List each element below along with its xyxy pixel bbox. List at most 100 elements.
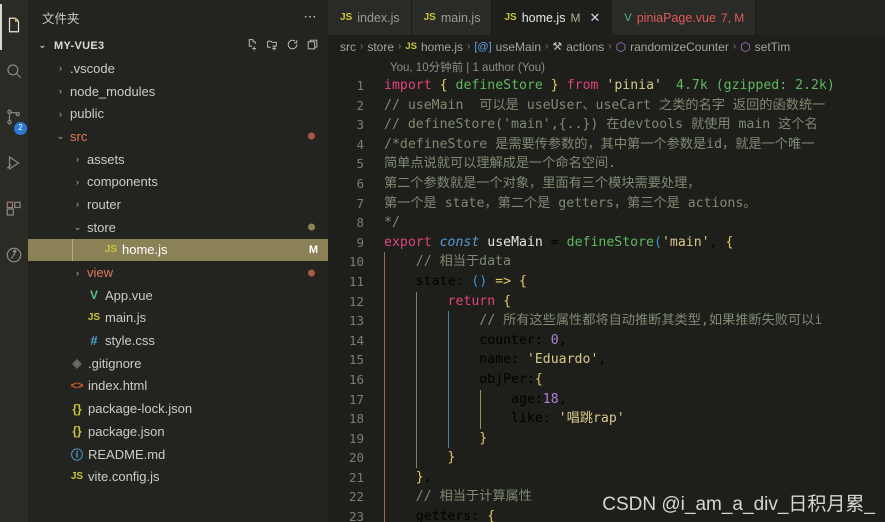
activity-bar: 2 [0, 0, 28, 522]
indent-guide [384, 271, 385, 292]
breadcrumb-item[interactable]: randomizeCounter [630, 40, 729, 54]
code-line[interactable]: 23 getters: { [328, 507, 885, 522]
code-line[interactable]: 6 第二个参数就是一个对象，里面有三个模块需要处理， [328, 174, 885, 194]
chevron-down-icon: ⌄ [73, 221, 82, 232]
code-line-text: // defineStore('main',{..}) 在devtools 就使… [384, 117, 818, 133]
indent-guide [384, 252, 385, 272]
activity-item-testing[interactable] [0, 234, 28, 280]
close-icon[interactable]: ✕ [589, 10, 600, 26]
tree-item-index-html[interactable]: <> index.html [28, 375, 328, 398]
breadcrumb-item[interactable]: setTim [755, 40, 791, 54]
tree-item-package-lock-json[interactable]: {} package-lock.json [28, 397, 328, 420]
tree-item-main-js[interactable]: JS main.js [28, 307, 328, 330]
code-line[interactable]: 22 // 相当于计算属性 [328, 487, 885, 508]
tree-item-label: public [70, 106, 104, 122]
tree-item-package-json[interactable]: {} package.json [28, 420, 328, 443]
editor-tab-bar[interactable]: JS index.js JS main.js JS home.js M ✕ VpiniaPage… [328, 0, 885, 35]
chevron-down-icon: ⌄ [38, 40, 47, 50]
breadcrumb-item[interactable]: useMain [496, 40, 541, 54]
code-line[interactable]: 11 state: () => { [328, 271, 885, 292]
breadcrumb[interactable]: src › store › JS home.js › [@] useMain › ⚒ actions ›… [328, 35, 885, 58]
code-line[interactable]: 14 counter: 0, [328, 330, 885, 351]
file-tree[interactable]: › .vscode › node_modules › public ⌄ src › assets ›… [28, 57, 328, 522]
tree-item-node-modules[interactable]: › node_modules [28, 80, 328, 103]
code-line[interactable]: 19 } [328, 428, 885, 449]
indent-guide [448, 350, 449, 370]
code-line[interactable]: 5 简单点说就可以理解成是一个命名空间. [328, 154, 885, 174]
tree-item-view[interactable]: › view [28, 261, 328, 284]
sidebar-explorer: 文件夹 ⋯ ⌄ MY-VUE3 › .vscode › node_modules… [28, 0, 328, 522]
code-line-text: objPer:{ [378, 369, 885, 390]
run-debug-icon [5, 154, 23, 177]
code-line[interactable]: 20 } [328, 448, 885, 468]
code-editor[interactable]: You, 10分钟前 | 1 author (You) 1 import { de… [328, 58, 885, 522]
code-line[interactable]: 15 name: 'Eduardo', [328, 350, 885, 370]
code-line[interactable]: 3 // defineStore('main',{..}) 在devtools 就… [328, 115, 885, 135]
indent-guide [384, 350, 385, 370]
new-file-icon[interactable] [246, 38, 259, 54]
code-line[interactable]: 9 export const useMain = defineStore('mai… [328, 233, 885, 253]
code-line[interactable]: 13 // 所有这些属性都将自动推断其类型,如果推断失败可以i [328, 311, 885, 331]
indent-guide [384, 507, 385, 522]
breadcrumb-item[interactable]: src [340, 40, 356, 54]
code-lines[interactable]: 1 import { defineStore } from 'pinia' 4.7k… [328, 76, 885, 522]
new-folder-icon[interactable] [266, 38, 279, 54]
activity-item-run-debug[interactable] [0, 142, 28, 188]
tree-item--gitignore[interactable]: ◈ .gitignore [28, 352, 328, 375]
tree-item-store[interactable]: ⌄ store [28, 216, 328, 239]
testing-beaker-icon [5, 246, 23, 269]
tree-item-src[interactable]: ⌄ src [28, 125, 328, 148]
editor-area: JS index.js JS main.js JS home.js M ✕ VpiniaPage… [328, 0, 885, 522]
code-line-text: state: () => { [378, 271, 885, 292]
code-line[interactable]: 10 // 相当于data [328, 252, 885, 272]
activity-item-extensions[interactable] [0, 188, 28, 234]
code-line[interactable]: 21 }, [328, 467, 885, 488]
code-line[interactable]: 8 */ [328, 213, 885, 233]
tree-item-style-css[interactable]: # style.css [28, 329, 328, 352]
tree-item-router[interactable]: › router [28, 193, 328, 216]
collapse-all-icon[interactable] [306, 38, 319, 54]
code-line[interactable]: 7 第一个是 state，第二个是 getters，第三个是 actions。 [328, 194, 885, 214]
sidebar-more-actions-icon[interactable]: ⋯ [304, 9, 319, 25]
refresh-icon[interactable] [286, 38, 299, 54]
editor-tab-main-js[interactable]: JS main.js [411, 0, 493, 35]
editor-tab-home-js[interactable]: JS home.js M ✕ [492, 0, 613, 35]
tree-item-readme-md[interactable]: ⓘ README.md [28, 443, 328, 466]
tree-item-public[interactable]: › public [28, 102, 328, 125]
workspace-section-header[interactable]: ⌄ MY-VUE3 [28, 34, 328, 57]
editor-tab-piniapage-vue[interactable]: VpiniaPage.vue 7, M [612, 0, 757, 35]
code-line[interactable]: 12 return { [328, 291, 885, 312]
code-line[interactable]: 18 like: '唱跳rap' [328, 409, 885, 429]
chevron-right-icon: › [545, 41, 549, 52]
line-number: 15 [348, 352, 364, 368]
activity-item-explorer[interactable] [0, 4, 28, 50]
code-line-text: /*defineStore 是需要传参数的，其中第一个参数是id，就是一个唯一 [384, 136, 815, 152]
tree-item--vscode[interactable]: › .vscode [28, 57, 328, 80]
tree-item-components[interactable]: › components [28, 170, 328, 193]
tree-item-home-js[interactable]: JS home.js M [28, 238, 328, 262]
tree-item-app-vue[interactable]: V App.vue [28, 284, 328, 307]
chevron-right-icon: › [360, 41, 364, 52]
code-line[interactable]: 17 age:18, [328, 389, 885, 410]
activity-item-source-control[interactable]: 2 [0, 96, 28, 142]
activity-item-search[interactable] [0, 50, 28, 96]
code-line-text: return { [378, 291, 885, 312]
code-line[interactable]: 1 import { defineStore } from 'pinia' 4.7k… [328, 76, 885, 96]
chevron-right-icon: › [608, 41, 612, 52]
breadcrumb-item[interactable]: actions [566, 40, 604, 54]
html-file-icon: <> [70, 379, 84, 392]
indent-guide [384, 369, 385, 390]
editor-tab-index-js[interactable]: JS index.js [328, 0, 412, 35]
line-number: 14 [348, 332, 364, 348]
breadcrumb-item[interactable]: home.js [421, 40, 463, 54]
code-line[interactable]: 4 /*defineStore 是需要传参数的，其中第一个参数是id，就是一个唯一 [328, 135, 885, 155]
indent-guide [384, 409, 385, 429]
breadcrumb-item[interactable]: store [367, 40, 394, 54]
code-line[interactable]: 2 // useMain 可以是 useUser、useCart 之类的名字 返回… [328, 96, 885, 116]
tree-item-vite-config-js[interactable]: JS vite.config.js [28, 465, 328, 488]
tree-item-assets[interactable]: › assets [28, 148, 328, 171]
line-number: 11 [348, 273, 364, 289]
line-number: 17 [348, 391, 364, 407]
line-number: 13 [348, 313, 364, 329]
code-line[interactable]: 16 objPer:{ [328, 369, 885, 390]
